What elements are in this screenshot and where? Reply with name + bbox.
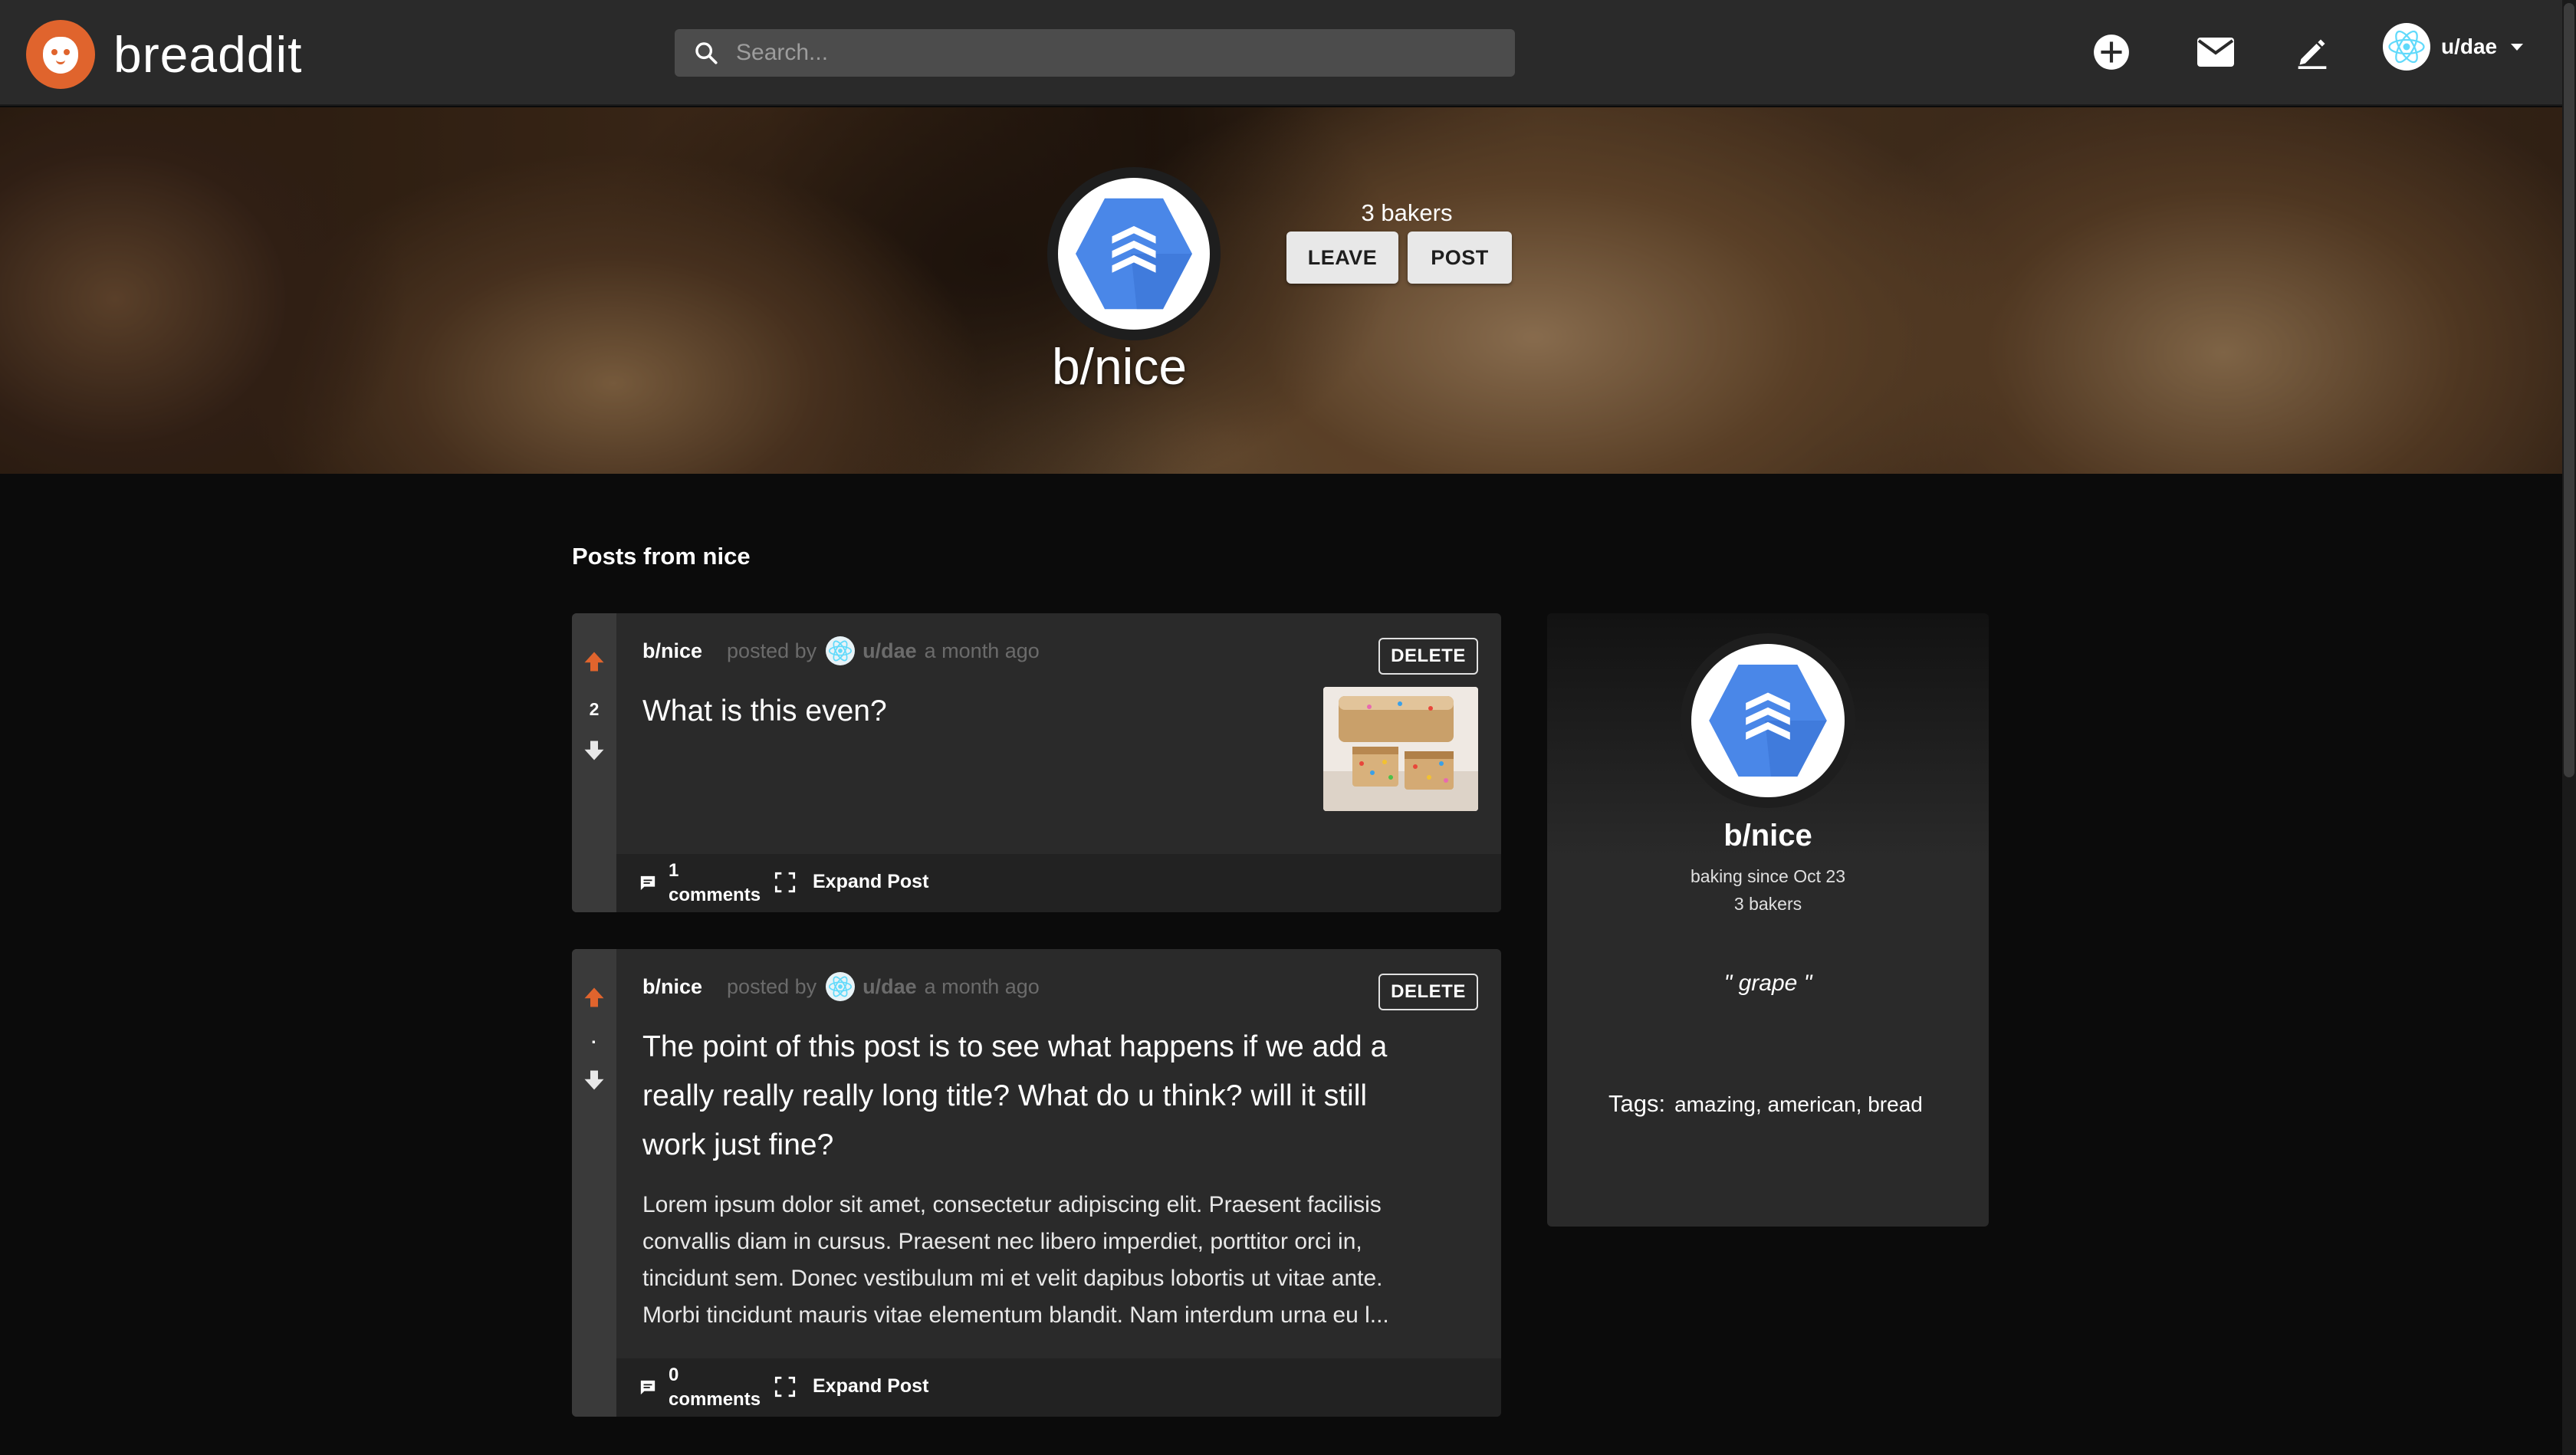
post-footer: 0 comments Expand Post	[616, 1358, 1501, 1417]
community-sidebar: b/nice baking since Oct 23 3 bakers " gr…	[1547, 613, 1989, 1227]
author-avatar	[826, 972, 856, 1001]
create-post-button[interactable]: POST	[1408, 232, 1512, 284]
user-avatar	[2383, 23, 2430, 71]
comment-count: 0	[669, 1365, 679, 1385]
post-body-line: Lorem ipsum dolor sit amet, consectetur …	[642, 1192, 1382, 1217]
expand-post-button[interactable]: Expand Post	[774, 871, 928, 893]
vote-column: 2	[572, 613, 616, 912]
page-scrollbar[interactable]	[2562, 0, 2576, 1455]
hexagon-stack-icon	[1076, 198, 1192, 310]
post-title[interactable]: The point of this post is to see what ha…	[642, 1023, 1387, 1170]
post-meta: b/nice posted by u/dae a month ago	[642, 636, 1040, 665]
messages-button[interactable]	[2194, 31, 2237, 74]
sidebar-tags: Tags: amazing, american, bread	[1608, 1090, 1923, 1118]
vote-count: 2	[589, 699, 600, 719]
username-label: u/dae	[2441, 34, 2498, 58]
react-avatar-icon	[829, 976, 853, 997]
expand-post-label: Expand Post	[813, 1375, 929, 1397]
post-time: a month ago	[924, 639, 1040, 662]
post-community-link[interactable]: b/nice	[642, 639, 702, 663]
tags-label: Tags:	[1608, 1090, 1666, 1117]
member-count: 3 bakers	[1361, 199, 1453, 226]
post-body: Lorem ipsum dolor sit amet, consectetur …	[642, 1187, 1447, 1334]
post-title-line: work just fine?	[642, 1128, 834, 1161]
sidebar-member-count: 3 bakers	[1733, 894, 1802, 914]
section-title: Posts from nice	[572, 543, 751, 570]
user-menu[interactable]: u/dae	[2383, 20, 2524, 74]
community-title: b/nice	[1051, 338, 1188, 395]
leave-button[interactable]: LEAVE	[1286, 232, 1398, 284]
create-button[interactable]	[2090, 31, 2133, 74]
post-title[interactable]: What is this even?	[642, 687, 887, 736]
post-author-link[interactable]: u/dae	[863, 639, 917, 663]
post-meta: b/nice posted by u/dae a month ago	[642, 972, 1040, 1001]
comment-count: 1	[669, 860, 679, 881]
vote-count: ·	[591, 1032, 597, 1052]
post-title-line: really really really long title? What do…	[642, 1079, 1368, 1112]
expand-icon	[774, 1376, 796, 1397]
post-card[interactable]: 2 b/nice posted by u/dae a month ago DEL…	[572, 613, 1501, 912]
community-avatar	[1047, 167, 1221, 340]
post-title-line: The point of this post is to see what ha…	[642, 1030, 1388, 1063]
comment-icon	[640, 875, 656, 891]
post-body-line: tincidunt sem. Donec vestibulum mi et ve…	[642, 1266, 1383, 1291]
expand-icon	[774, 872, 796, 892]
vote-column: ·	[572, 949, 616, 1417]
sidebar-community-name: b/nice	[1723, 819, 1812, 852]
downvote-arrow-icon[interactable]	[583, 1069, 606, 1092]
expand-post-button[interactable]: Expand Post	[774, 1375, 928, 1398]
upvote-arrow-icon[interactable]	[583, 650, 606, 673]
search-input[interactable]	[736, 40, 1487, 66]
hexagon-stack-icon	[1709, 665, 1827, 777]
downvote-arrow-icon[interactable]	[583, 739, 606, 762]
community-banner: b/nice 3 bakers LEAVE POST	[0, 107, 2562, 474]
posted-by-label: posted by	[727, 639, 817, 662]
comments-link[interactable]: 0 comments	[639, 1363, 761, 1412]
top-navbar: breaddit Search... u/dae	[0, 0, 2562, 106]
comments-link[interactable]: 1 comments	[639, 859, 761, 908]
react-avatar-icon	[829, 640, 853, 662]
home-logo-link[interactable]: breaddit	[26, 20, 303, 89]
post-time: a month ago	[924, 974, 1040, 998]
comment-icon	[640, 1380, 656, 1395]
expand-post-label: Expand Post	[813, 871, 929, 892]
breaddit-logo-icon	[26, 20, 95, 89]
mail-icon	[2197, 38, 2234, 67]
caret-down-icon	[2511, 43, 2524, 51]
add-circle-icon	[2094, 34, 2129, 70]
delete-post-button[interactable]: DELETE	[1378, 974, 1478, 1010]
upvote-arrow-icon[interactable]	[583, 986, 606, 1009]
delete-post-button[interactable]: DELETE	[1378, 638, 1478, 675]
comments-label: comments	[669, 1389, 761, 1410]
post-footer: 1 comments Expand Post	[616, 854, 1501, 912]
posted-by-label: posted by	[727, 974, 817, 998]
search-icon	[695, 42, 718, 64]
sidebar-since: baking since Oct 23	[1690, 866, 1845, 886]
search-bar[interactable]	[675, 29, 1515, 77]
react-avatar-icon	[2388, 30, 2425, 64]
sidebar-description: " grape "	[1723, 971, 1812, 996]
scrollbar-thumb[interactable]	[2564, 3, 2574, 777]
tags-list: amazing, american, bread	[1674, 1092, 1923, 1116]
pencil-icon	[2298, 39, 2327, 69]
edit-button[interactable]	[2291, 31, 2334, 74]
post-card[interactable]: · b/nice posted by u/dae a month ago DEL…	[572, 949, 1501, 1417]
comments-label: comments	[669, 885, 761, 905]
app-name: breaddit	[113, 26, 303, 83]
community-avatar	[1681, 633, 1855, 808]
post-thumbnail[interactable]	[1323, 687, 1478, 811]
post-author-link[interactable]: u/dae	[863, 975, 917, 999]
post-community-link[interactable]: b/nice	[642, 975, 702, 999]
author-avatar	[826, 636, 856, 665]
post-body-line: Morbi tincidunt mauris vitae elementum b…	[642, 1302, 1389, 1328]
cake-image	[1323, 687, 1478, 811]
post-body-line: convallis diam in cursus. Praesent nec l…	[642, 1229, 1362, 1254]
